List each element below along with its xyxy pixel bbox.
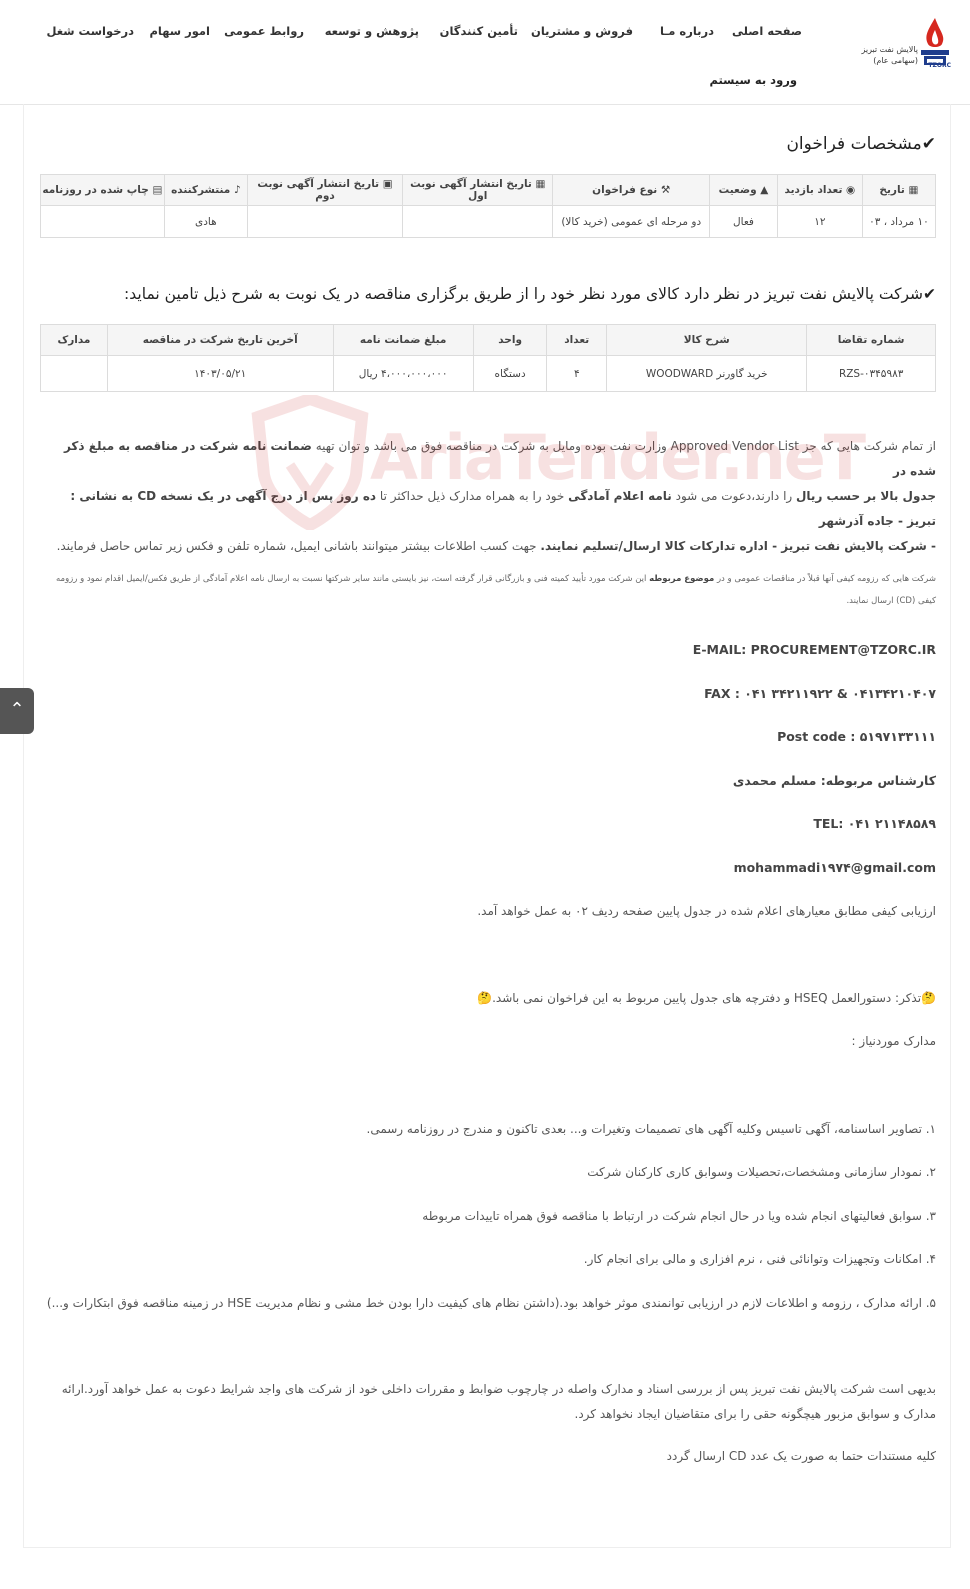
cell-documents <box>40 355 108 392</box>
table-header-row: شماره تقاضا شرح کالا تعداد واحد مبلغ ضما… <box>40 324 936 356</box>
cell-description: خرید گاورنر WOODWARD <box>606 355 808 392</box>
nav-about[interactable]: درباره مـا <box>660 24 714 38</box>
contact-gmail: mohammadi۱۹۷۴@gmail.com <box>733 860 936 875</box>
tender-spec-table: ▦ تاریخ ◉ تعداد بازدید ▲ وضعیت ⚒ نوع فرا… <box>40 174 937 238</box>
calendar-icon: ▦ <box>904 184 919 196</box>
evaluation-text: ارزیابی کیفی مطابق معیارهای اعلام شده در… <box>477 904 936 918</box>
section2-title: ✔شرکت پالایش نفت تبریز در نظر دارد کالای… <box>124 285 936 303</box>
cell-first-publish <box>402 205 554 238</box>
col-documents: مدارک <box>40 324 108 356</box>
check-icon: ✔ <box>923 285 936 303</box>
col-newspaper: ▤ چاپ شده در روزنامه <box>40 174 165 206</box>
cd-note: کلیه مستندات حتما به صورت یک عدد CD ارسا… <box>666 1449 936 1463</box>
thinking-emoji-icon: 🤔 <box>921 991 936 1005</box>
col-guarantee: مبلغ ضمانت نامه <box>332 324 474 356</box>
cell-quantity: ۴ <box>546 355 608 392</box>
col-deadline: آخرین تاریخ شرکت در مناقصه <box>106 324 334 356</box>
logo[interactable]: پالایش نفت تبریز (سهامی عام) TZORC <box>832 16 952 76</box>
col-unit: واحد <box>472 324 548 356</box>
doc-item: ۵. ارائه مدارک ، رزومه و اطلاعات لازم در… <box>46 1296 936 1310</box>
check-icon: ✔ <box>921 134 936 154</box>
nav-shares[interactable]: امور سهام <box>149 24 210 38</box>
invitation-line-3: - شرکت پالایش نفت تبریز - اداره تدارکات … <box>56 539 936 553</box>
note-line-1: شرکت هایی که رزومه کیفی آنها قبلاً در من… <box>55 574 936 584</box>
closing-paragraph: بدیهی است شرکت پالایش نفت تبریز پس از بر… <box>40 1377 936 1427</box>
doc-item: ۱. تصاویر اساسنامه، آگهی تاسیس وکلیه آگه… <box>366 1122 937 1136</box>
cell-date: ۱۰ مرداد ، ۰۳ <box>861 205 937 238</box>
hseq-note: 🤔تذکر: دستورالعمل HSEQ و دفترچه های جدول… <box>477 991 936 1005</box>
newspaper-icon: ▤ <box>148 184 163 196</box>
watermark-text: AriaTender.neT <box>370 421 866 494</box>
hammer-icon: ⚒ <box>657 184 671 196</box>
contact-email: E-MAIL: PROCUREMENT@TZORC.IR <box>692 642 936 657</box>
nav-suppliers[interactable]: تأمین کنندگان <box>440 24 518 38</box>
section2-title-text: شرکت پالایش نفت تبریز در نظر دارد کالای … <box>124 285 923 303</box>
chevron-up-icon: ⌃ <box>9 699 25 720</box>
table-row: RZS-۰۳۴۵۹۸۳ خرید گاورنر WOODWARD ۴ دستگا… <box>40 355 936 392</box>
table-row: ۱۰ مرداد ، ۰۳ ۱۲ فعال دو مرحله ای عمومی … <box>40 205 937 238</box>
scroll-to-top-button[interactable]: ⌃ <box>0 688 34 734</box>
doc-item: ۳. سوابق فعالیتهای انجام شده ویا در حال … <box>422 1209 936 1223</box>
nav-home[interactable]: صفحه اصلی <box>732 24 802 38</box>
closing-line-2: مدارک و سوابق مزبور هیچگونه حقی را برای … <box>574 1407 936 1421</box>
col-status: ▲ وضعیت <box>709 174 778 206</box>
doc-item: ۲. نمودار سازمانی ومشخصات،تحصیلات وسوابق… <box>587 1165 936 1179</box>
logo-subtitle: (سهامی عام) <box>873 56 918 65</box>
cell-unit: دستگاه <box>472 355 548 392</box>
cell-newspaper <box>40 205 165 238</box>
calendar-check-icon: ▣ <box>379 178 393 190</box>
table-header-row: ▦ تاریخ ◉ تعداد بازدید ▲ وضعیت ⚒ نوع فرا… <box>40 174 937 206</box>
nav-sales[interactable]: فروش و مشتریان <box>531 24 633 38</box>
cell-type: دو مرحله ای عمومی (خرید کالا) <box>552 205 711 238</box>
section1-title-text: مشخصات فراخوان <box>786 134 922 154</box>
nav-jobs[interactable]: درخواست شغل <box>46 24 134 38</box>
logo-badge: TZORC <box>928 62 951 69</box>
thinking-emoji-icon: 🤔 <box>477 991 493 1005</box>
bell-icon: ♪ <box>230 184 241 196</box>
items-table: شماره تقاضا شرح کالا تعداد واحد مبلغ ضما… <box>40 324 936 392</box>
col-publisher: ♪ منتشرکننده <box>163 174 248 206</box>
warning-icon: ▲ <box>756 184 769 196</box>
col-date: ▦ تاریخ <box>861 174 937 206</box>
cell-visits: ۱۲ <box>776 205 863 238</box>
contact-postcode: Post code : ۵۱۹۷۱۳۳۱۱۱ <box>777 729 936 744</box>
approved-companies-note: شرکت هایی که رزومه کیفی آنها قبلاً در من… <box>40 568 936 612</box>
nav-research[interactable]: پژوهش و توسعه <box>325 24 419 38</box>
closing-line-1: بدیهی است شرکت پالایش نفت تبریز پس از بر… <box>61 1382 936 1396</box>
col-type: ⚒ نوع فراخوان <box>552 174 711 206</box>
col-description: شرح کالا <box>606 324 808 356</box>
cell-deadline: ۱۴۰۳/۰۵/۲۱ <box>106 355 334 392</box>
main-content: ✔مشخصات فراخوان ▦ تاریخ ◉ تعداد بازدید ▲… <box>23 104 951 1548</box>
cell-publisher: هادی <box>163 205 248 238</box>
col-visits: ◉ تعداد بازدید <box>776 174 863 206</box>
cell-status: فعال <box>709 205 778 238</box>
note-line-2: کیفی (CD) ارسال نمایند. <box>846 596 936 606</box>
logo-title: پالایش نفت تبریز <box>861 45 918 54</box>
contact-fax: FAX : ۰۴۱ ۳۴۲۱۱۹۲۲ & ۰۴۱۳۴۲۱۰۴۰۷ <box>704 686 936 701</box>
login-link[interactable]: ورود به سیستم <box>709 73 797 87</box>
col-request-no: شماره تقاضا <box>806 324 936 356</box>
col-quantity: تعداد <box>546 324 608 356</box>
site-header: پالایش نفت تبریز (سهامی عام) TZORC صفحه … <box>0 0 970 105</box>
contact-expert: کارشناس مربوطه: مسلم محمدی <box>732 773 936 788</box>
docs-title: مدارک موردنیاز : <box>851 1034 936 1048</box>
watermark: AriaTender.neT <box>250 395 866 530</box>
calendar-icon: ▦ <box>531 178 546 190</box>
doc-item: ۴. امکانات وتجهیزات وتوانائی فنی ، نرم ا… <box>583 1252 936 1266</box>
eye-icon: ◉ <box>842 184 856 196</box>
cell-request-no: RZS-۰۳۴۵۹۸۳ <box>806 355 936 392</box>
cell-guarantee: ۴،۰۰۰،۰۰۰،۰۰۰ ریال <box>332 355 474 392</box>
col-second-publish: ▣ تاریخ انتشار آگهی نوبت دوم <box>246 174 404 206</box>
cell-second-publish <box>246 205 404 238</box>
section1-title: ✔مشخصات فراخوان <box>786 134 936 154</box>
contact-tel: TEL: ۰۴۱ ۲۱۱۴۸۵۸۹ <box>813 816 936 831</box>
watermark-shield-icon <box>251 395 369 530</box>
nav-public-relations[interactable]: روابط عمومی <box>224 24 304 38</box>
col-first-publish: ▦ تاریخ انتشار آگهی نوبت اول <box>402 174 554 206</box>
